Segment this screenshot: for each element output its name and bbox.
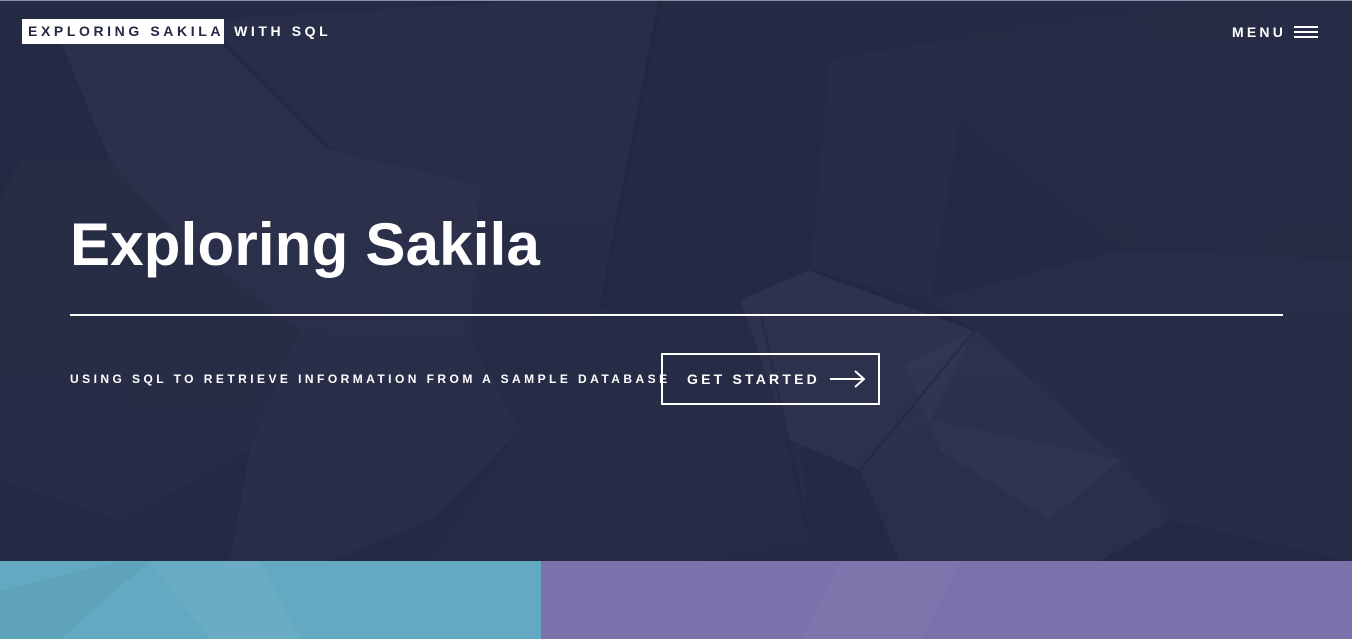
logo-primary: EXPLORING SAKILA <box>22 19 225 44</box>
menu-label: MENU <box>1232 24 1287 40</box>
title-divider <box>70 314 1283 316</box>
menu-button[interactable]: MENU <box>1232 20 1319 44</box>
tile-1[interactable] <box>0 561 541 639</box>
tile-2-texture <box>541 561 1352 639</box>
logo-secondary: WITH SQL <box>234 23 332 39</box>
get-started-label: GET STARTED <box>687 371 820 387</box>
site-logo[interactable]: EXPLORING SAKILA WITH SQL <box>22 19 331 44</box>
arrow-right-icon <box>829 370 866 388</box>
banner-subtitle: USING SQL TO RETRIEVE INFORMATION FROM A… <box>70 372 671 386</box>
tile-2[interactable] <box>541 561 1352 639</box>
hero-banner: Exploring Sakila USING SQL TO RETRIEVE I… <box>0 0 1352 561</box>
hamburger-icon <box>1294 26 1319 38</box>
page: Exploring Sakila USING SQL TO RETRIEVE I… <box>0 0 1352 639</box>
tile-1-texture <box>150 561 300 639</box>
get-started-button[interactable]: GET STARTED <box>661 353 880 405</box>
page-title: Exploring Sakila <box>70 211 541 278</box>
site-header: EXPLORING SAKILA WITH SQL MENU <box>0 0 1352 64</box>
